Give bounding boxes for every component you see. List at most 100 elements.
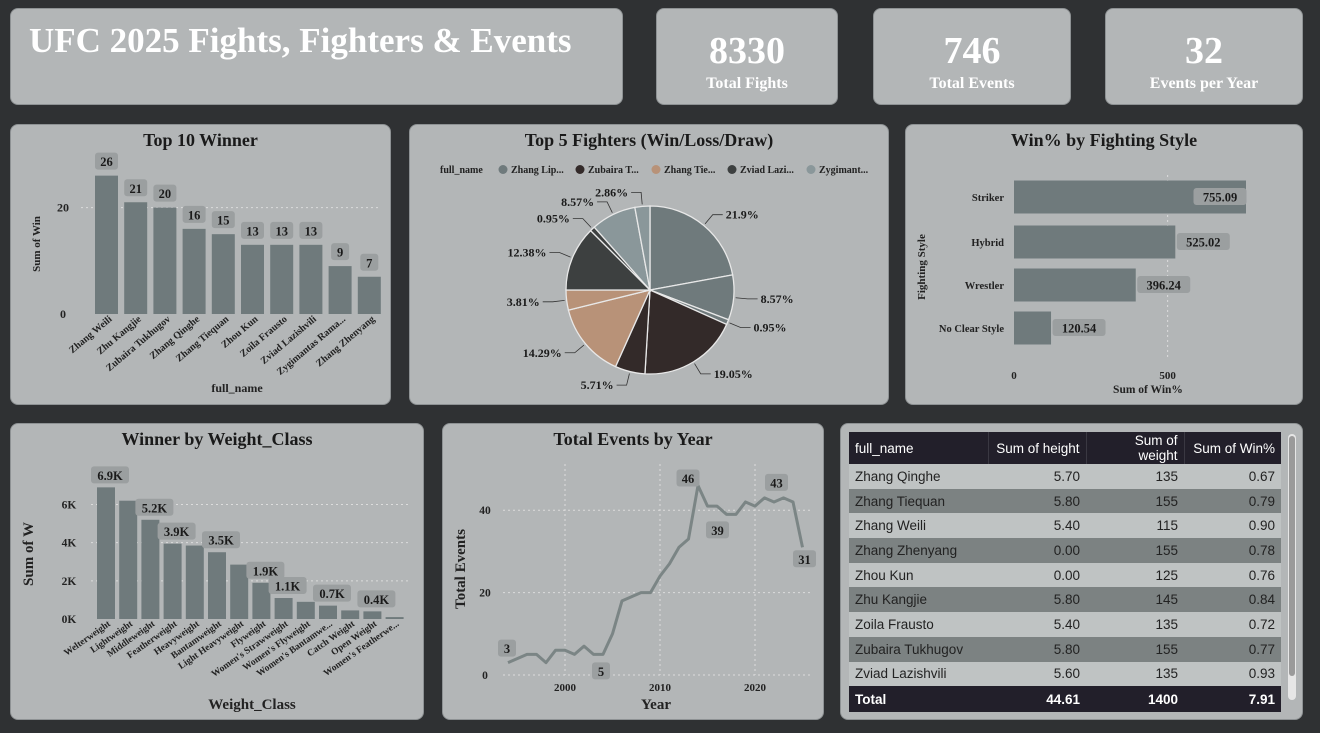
total-label: Total: [849, 686, 988, 713]
fighter-table[interactable]: full_name Sum of height Sum of weight Su…: [849, 432, 1281, 713]
weight-class-chart[interactable]: 0K2K4K6KSum of WWeight_Class6.9KWelterwe…: [11, 424, 424, 720]
column-header[interactable]: full_name: [849, 432, 989, 464]
pie-leader-line: [572, 218, 592, 228]
table-wrapper[interactable]: full_name Sum of height Sum of weight Su…: [849, 432, 1281, 713]
table-total-row: Total 44.61 1400 7.91: [849, 686, 1281, 713]
total-value: 44.61: [988, 686, 1086, 713]
table-header-row: full_name Sum of height Sum of weight Su…: [849, 432, 1281, 464]
cell-value: 5.40: [988, 612, 1086, 637]
bar-data-label: 5.2K: [142, 501, 168, 515]
bar: [182, 228, 206, 314]
top5-fighters-card[interactable]: Top 5 Fighters (Win/Loss/Draw) full_name…: [409, 124, 889, 405]
y-tick-label: 6K: [62, 500, 77, 512]
y-tick-label: 20: [479, 588, 491, 600]
kpi-total-fights[interactable]: 8330 Total Fights: [656, 8, 838, 105]
bar-data-label: 20: [159, 187, 172, 201]
pie-data-label: 12.38%: [507, 245, 546, 259]
table-row[interactable]: Zhang Tiequan 5.80 155 0.79: [849, 488, 1281, 514]
pie-data-label: 3.81%: [507, 295, 540, 309]
legend-item: Zhang Tie...: [664, 165, 716, 176]
top10-winner-chart[interactable]: 020Sum of Winfull_name26Zhang Weili21Zhu…: [11, 125, 391, 405]
vertical-scrollbar[interactable]: [1288, 434, 1296, 700]
cell-full-name: Zhang Zhenyang: [849, 538, 988, 563]
series-line: [507, 483, 804, 665]
pie-data-label: 2.86%: [595, 185, 628, 199]
bar-data-label: 7: [366, 256, 372, 270]
cell-full-name: Zviad Lazishvili: [849, 661, 988, 687]
cell-value: 135: [1086, 612, 1184, 637]
bar-data-label: 26: [100, 155, 113, 169]
column-header[interactable]: Sum of height: [988, 432, 1087, 464]
y-tick-label: 0K: [62, 614, 77, 626]
bar-data-label: 13: [305, 224, 318, 238]
legend-item: Zviad Lazi...: [740, 165, 794, 176]
bar: [341, 610, 360, 619]
cell-full-name: Zhang Tiequan: [849, 488, 988, 514]
y-tick-label: 0: [60, 307, 66, 321]
cell-value: 0.77: [1184, 636, 1281, 662]
weight-class-card[interactable]: Winner by Weight_Class 0K 2K 4K 6K Sum of WW…: [10, 423, 424, 720]
bar: [124, 202, 148, 314]
x-tick-label: 2020: [744, 682, 767, 694]
column-header[interactable]: Sum of weight: [1086, 432, 1185, 464]
bar: [274, 598, 293, 619]
pie-leader-line: [729, 322, 751, 328]
cell-value: 135: [1086, 464, 1184, 489]
cell-value: 0.72: [1184, 612, 1281, 637]
cell-value: 0.93: [1184, 661, 1281, 687]
cell-value: 0.76: [1184, 562, 1281, 588]
kpi-value: 32: [1185, 30, 1223, 72]
table-row[interactable]: Zhang Qinghe 5.70 135 0.67: [849, 464, 1281, 489]
bar: [1014, 225, 1176, 259]
point-data-label: 5: [598, 665, 604, 679]
cell-full-name: Zhou Kun: [849, 562, 988, 588]
table-row[interactable]: Zviad Lazishvili 5.60 135 0.93: [849, 661, 1281, 687]
pie-data-label: 5.71%: [581, 378, 614, 392]
legend-marker: [806, 165, 816, 174]
table-row[interactable]: Zubaira Tukhugov 5.80 155 0.77: [849, 636, 1281, 662]
fighter-table-card[interactable]: full_name Sum of height Sum of weight Su…: [840, 423, 1303, 720]
cell-value: 155: [1086, 488, 1184, 514]
y-axis-label: Sum of Win: [31, 216, 43, 272]
legend-marker: [498, 165, 508, 174]
cell-value: 155: [1086, 636, 1184, 662]
cell-value: 135: [1086, 661, 1184, 687]
bar: [185, 545, 204, 619]
top5-fighters-pie[interactable]: full_name Zhang Lip... Zubaira T... Zhang T…: [410, 125, 889, 405]
point-data-label: 46: [682, 472, 695, 486]
y-axis-label: Total Events: [453, 529, 469, 609]
kpi-total-events[interactable]: 746 Total Events: [873, 8, 1071, 105]
bar: [163, 543, 182, 619]
bar: [299, 244, 323, 314]
bar: [328, 266, 352, 314]
cell-value: 5.80: [988, 587, 1086, 613]
cell-value: 0.67: [1184, 464, 1281, 489]
events-by-year-card[interactable]: Total Events by Year 0 20 40 2000 2010 2020 To…: [442, 423, 824, 720]
bar-data-label: 120.54: [1062, 322, 1097, 336]
x-axis-label: Weight_Class: [208, 697, 296, 713]
x-axis-label: Sum of Win%: [1113, 384, 1183, 396]
table-row[interactable]: Zhu Kangjie 5.80 145 0.84: [849, 587, 1281, 613]
total-value: 1400: [1086, 686, 1184, 713]
bar: [241, 244, 264, 314]
scrollbar-thumb[interactable]: [1289, 436, 1295, 676]
pie-leader-line: [597, 201, 613, 213]
events-by-year-chart[interactable]: 0 20 40 2000 2010 2020 Total Events Year 3 5 46 39 4…: [443, 424, 824, 720]
table-row[interactable]: Zhang Weili 5.40 115 0.90: [849, 513, 1281, 539]
top10-winner-card[interactable]: Top 10 Winner 0 20 Sum of Win full_name 26 Zh…: [10, 124, 391, 405]
bar-data-label: 13: [246, 224, 259, 238]
column-header[interactable]: Sum of Win%: [1184, 432, 1281, 464]
bar: [319, 605, 337, 619]
fighting-style-card[interactable]: Win% by Fighting Style 0 500 Sum of Win% Fi…: [905, 124, 1303, 405]
legend-title: full_name: [440, 165, 483, 176]
kpi-events-per-year[interactable]: 32 Events per Year: [1105, 8, 1303, 105]
cell-value: 5.70: [988, 464, 1086, 489]
bar: [211, 234, 235, 314]
y-axis-label: Fighting Style: [916, 234, 928, 300]
y-tick-label: 4K: [62, 538, 77, 550]
bar-data-label: 6.9K: [97, 469, 123, 483]
fighting-style-chart[interactable]: 0 500 Sum of Win% Fighting Style Striker 755.…: [906, 125, 1303, 405]
table-row[interactable]: Zhang Zhenyang 0.00 155 0.78: [849, 538, 1281, 563]
table-row[interactable]: Zhou Kun 0.00 125 0.76: [849, 562, 1281, 588]
table-row[interactable]: Zoila Frausto 5.40 135 0.72: [849, 612, 1281, 637]
